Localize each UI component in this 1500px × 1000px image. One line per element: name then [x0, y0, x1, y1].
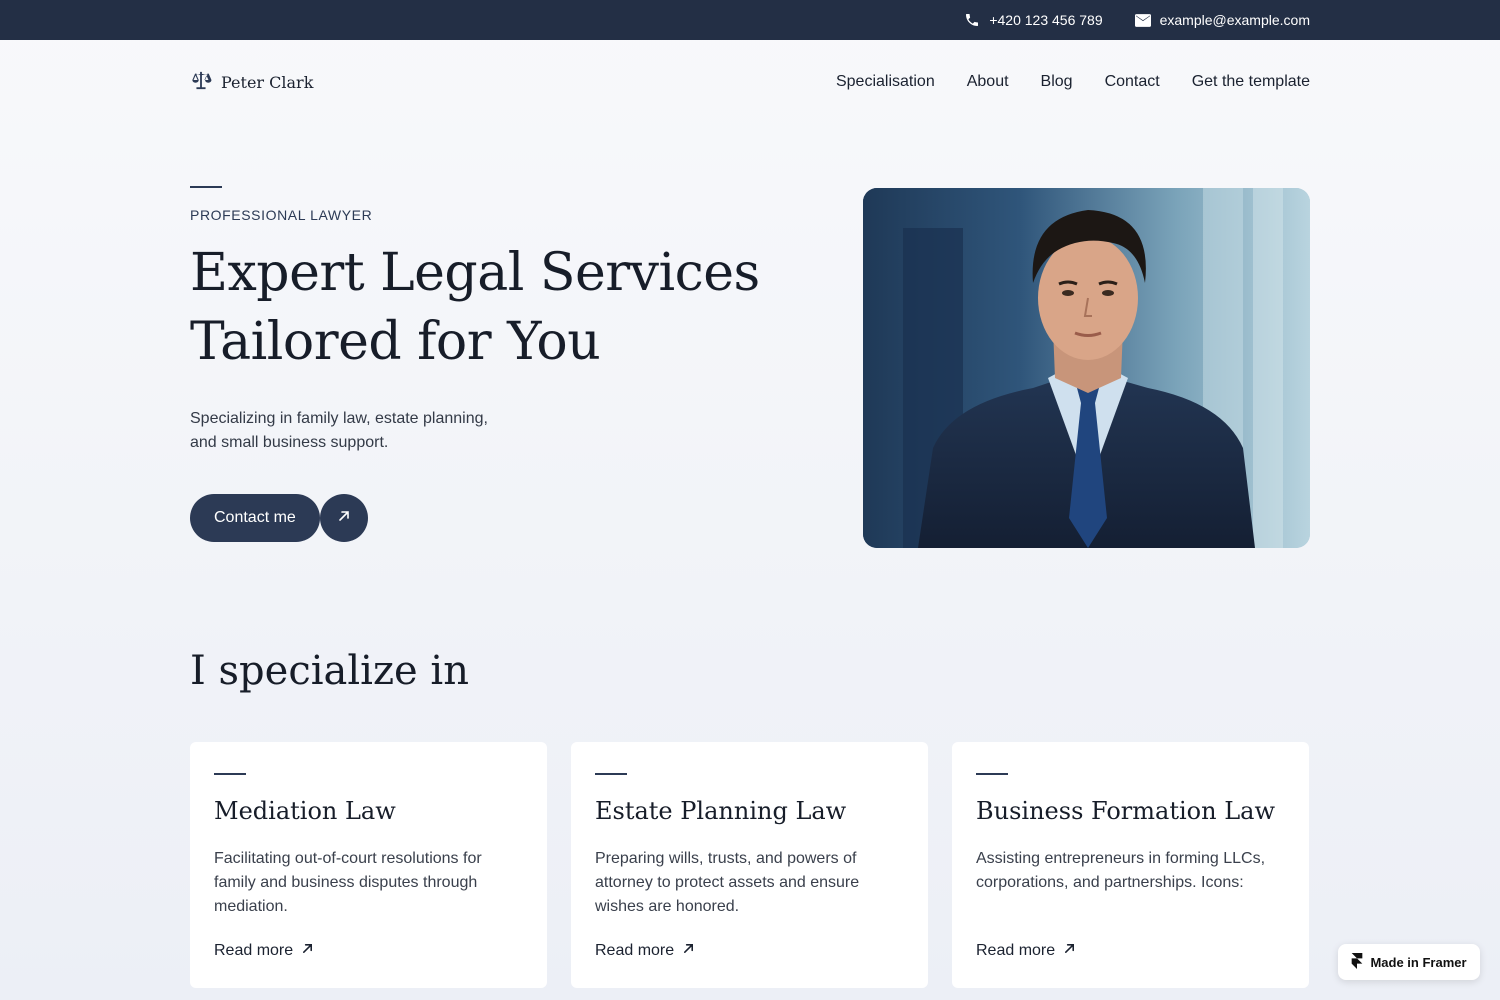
arrow-up-right-icon [682, 942, 695, 960]
hero-section: PROFESSIONAL LAWYER Expert Legal Service… [190, 186, 790, 542]
phone-number: +420 123 456 789 [989, 12, 1103, 28]
brand-logo[interactable]: Peter Clark [190, 70, 313, 95]
nav-link-contact[interactable]: Contact [1105, 73, 1160, 91]
arrow-up-right-icon [301, 942, 314, 960]
arrow-up-right-icon [337, 509, 351, 528]
nav-link-about[interactable]: About [967, 73, 1009, 91]
accent-line [190, 186, 222, 188]
specialize-title: I specialize in [190, 648, 469, 694]
brand-name: Peter Clark [221, 72, 314, 92]
card-title: Mediation Law [214, 797, 396, 825]
badge-label: Made in Framer [1370, 954, 1467, 970]
read-more-label: Read more [214, 942, 294, 959]
hero-eyebrow: PROFESSIONAL LAWYER [190, 207, 373, 223]
card-description: Facilitating out-of-court resolutions fo… [214, 850, 482, 915]
read-more-link[interactable]: Read more [595, 942, 695, 960]
read-more-link[interactable]: Read more [976, 942, 1076, 960]
email-contact[interactable]: example@example.com [1134, 12, 1310, 28]
card-business-formation-law: Business Formation Law Assisting entrepr… [952, 742, 1309, 988]
arrow-up-right-icon [1063, 942, 1076, 960]
contact-arrow-button[interactable] [319, 494, 368, 542]
card-accent-line [214, 773, 246, 775]
card-title: Estate Planning Law [595, 797, 847, 825]
framer-logo-icon [1351, 952, 1363, 972]
nav-link-blog[interactable]: Blog [1041, 73, 1073, 91]
scales-icon [190, 70, 212, 95]
nav-link-get-template[interactable]: Get the template [1192, 73, 1310, 91]
portrait-illustration [863, 188, 1310, 548]
contact-me-button[interactable]: Contact me [190, 494, 320, 542]
card-accent-line [595, 773, 627, 775]
hero-title: Expert Legal Services Tailored for You [190, 239, 790, 377]
read-more-label: Read more [595, 942, 675, 959]
card-description: Assisting entrepreneurs in forming LLCs,… [976, 850, 1266, 891]
nav-link-specialisation[interactable]: Specialisation [836, 73, 935, 91]
read-more-label: Read more [976, 942, 1056, 959]
read-more-link[interactable]: Read more [214, 942, 314, 960]
phone-contact[interactable]: +420 123 456 789 [964, 12, 1103, 28]
specialization-cards: Mediation Law Facilitating out-of-court … [190, 742, 1309, 988]
card-accent-line [976, 773, 1008, 775]
card-description: Preparing wills, trusts, and powers of a… [595, 850, 860, 915]
mail-icon [1134, 13, 1151, 27]
phone-icon [964, 12, 980, 28]
hero-title-line-2: Tailored for You [190, 312, 601, 372]
card-mediation-law: Mediation Law Facilitating out-of-court … [190, 742, 547, 988]
hero-subtitle: Specializing in family law, estate plann… [190, 410, 488, 451]
hero-title-line-1: Expert Legal Services [190, 243, 760, 303]
portrait-photo [863, 188, 1310, 548]
contact-cta: Contact me [190, 494, 368, 542]
card-title: Business Formation Law [976, 797, 1275, 825]
nav-menu: Specialisation About Blog Contact Get th… [836, 73, 1310, 91]
made-in-framer-badge[interactable]: Made in Framer [1338, 944, 1480, 980]
main-navigation: Peter Clark Specialisation About Blog Co… [190, 40, 1310, 124]
top-contact-bar: +420 123 456 789 example@example.com [0, 0, 1500, 40]
card-estate-planning-law: Estate Planning Law Preparing wills, tru… [571, 742, 928, 988]
email-address: example@example.com [1159, 12, 1310, 28]
